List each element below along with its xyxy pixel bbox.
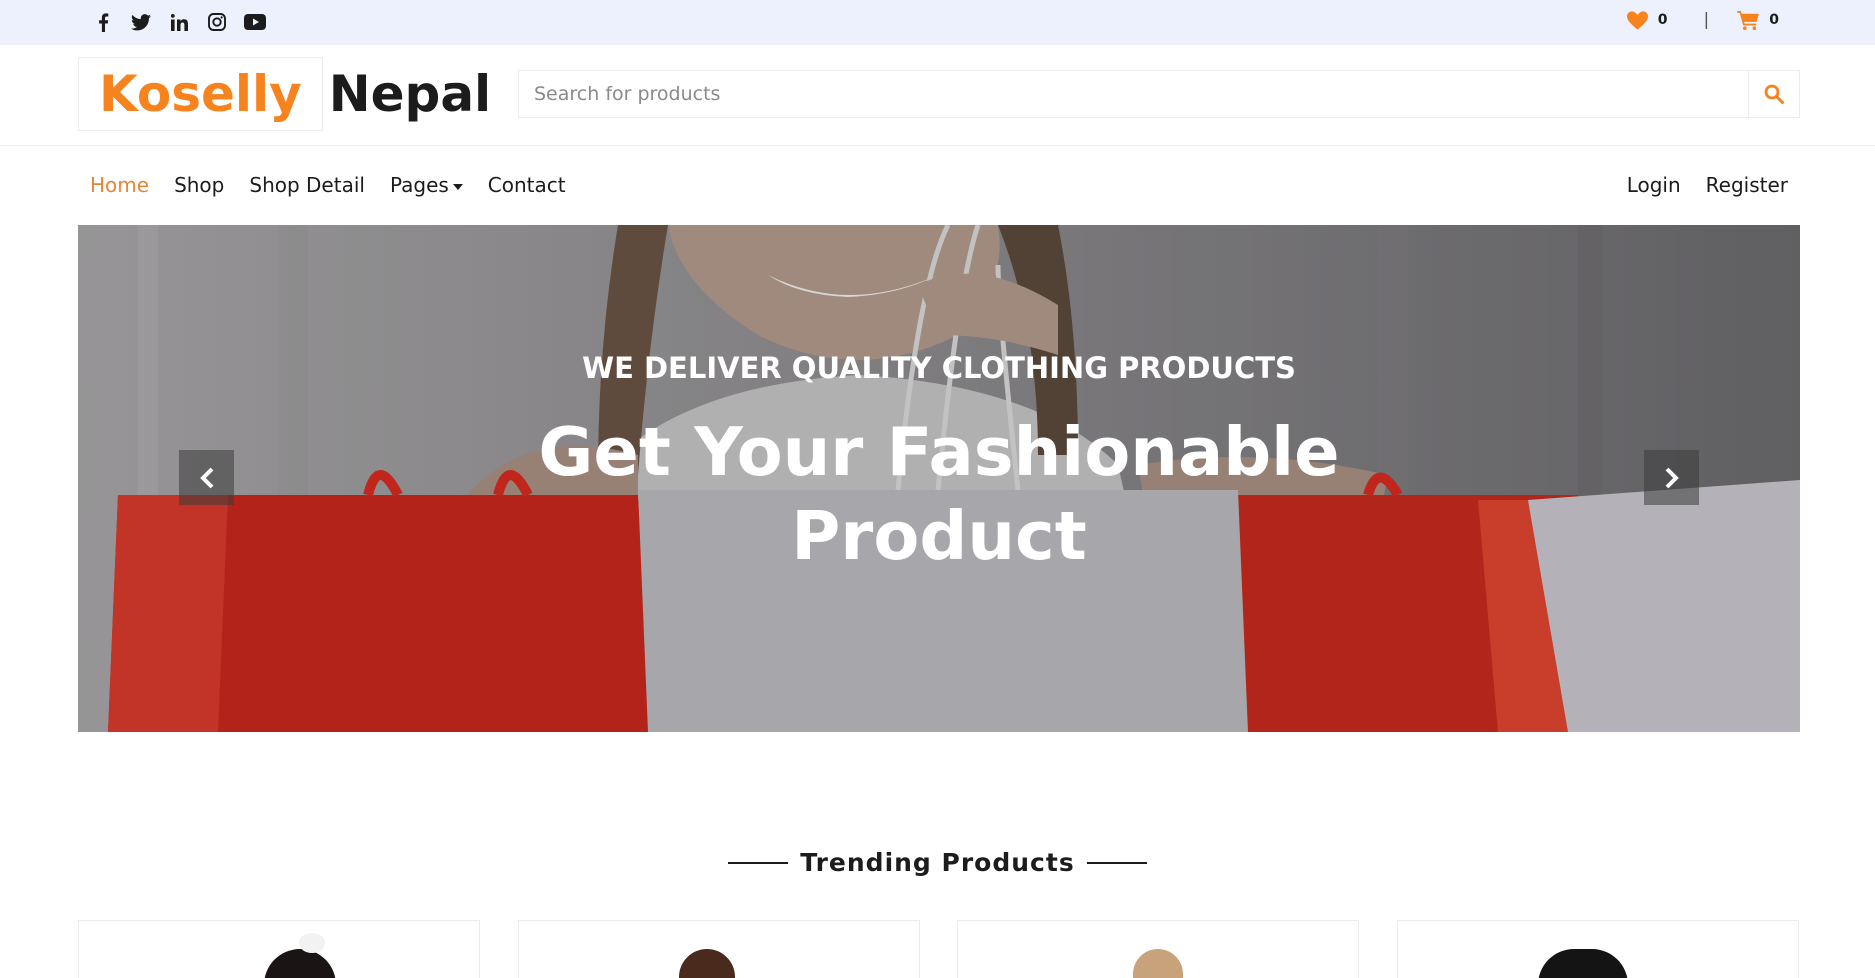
carousel-next-button[interactable]: [1644, 450, 1699, 505]
product-image: [679, 949, 735, 978]
nav-links: Home Shop Shop Detail Pages Contact: [90, 173, 566, 197]
instagram-icon[interactable]: [198, 10, 236, 34]
trending-heading: Trending Products: [0, 848, 1875, 877]
hero-title-line1: Get Your Fashionable: [538, 413, 1340, 491]
trending-title: Trending Products: [800, 848, 1075, 877]
hero-subtitle: WE DELIVER QUALITY CLOTHING PRODUCTS: [582, 351, 1296, 385]
register-link[interactable]: Register: [1706, 173, 1788, 197]
search-input[interactable]: [519, 71, 1748, 117]
cart-button[interactable]: 0: [1737, 10, 1779, 30]
product-image: [1538, 949, 1628, 978]
top-bar: 0 | 0: [0, 0, 1875, 45]
divider: |: [1703, 10, 1710, 30]
main-nav: Home Shop Shop Detail Pages Contact Logi…: [78, 146, 1800, 225]
cart-icon: [1737, 10, 1760, 30]
product-image-detail: [299, 933, 325, 953]
logo-box: Koselly: [78, 57, 323, 131]
nav-pages-label: Pages: [389, 173, 449, 197]
chevron-right-icon: [1665, 467, 1679, 488]
hero-title-line2: Product: [791, 497, 1087, 575]
wishlist-button[interactable]: 0: [1626, 10, 1668, 30]
heading-line-right: [1086, 861, 1147, 864]
search-button[interactable]: [1748, 71, 1799, 117]
header: Koselly Nepal: [0, 45, 1875, 146]
search-icon: [1764, 84, 1784, 104]
product-image: [1133, 949, 1183, 978]
hero-carousel: WE DELIVER QUALITY CLOTHING PRODUCTS Get…: [78, 225, 1800, 732]
chevron-left-icon: [199, 467, 213, 488]
search-bar: [518, 70, 1800, 118]
nav-pages-dropdown[interactable]: Pages: [390, 173, 463, 197]
logo-brand-part1: Koselly: [99, 65, 302, 123]
nav-shop[interactable]: Shop: [174, 173, 224, 197]
linkedin-icon[interactable]: [160, 10, 198, 34]
product-card[interactable]: [78, 920, 480, 978]
logo-brand-part2: Nepal: [328, 65, 492, 123]
carousel-prev-button[interactable]: [179, 450, 234, 505]
hero-title: Get Your Fashionable Product: [78, 410, 1800, 578]
nav-home[interactable]: Home: [90, 173, 149, 197]
login-link[interactable]: Login: [1627, 173, 1681, 197]
logo[interactable]: Koselly Nepal: [78, 57, 491, 131]
twitter-icon[interactable]: [122, 10, 160, 34]
top-right-actions: 0 | 0: [1626, 10, 1779, 30]
nav-contact[interactable]: Contact: [488, 173, 566, 197]
heart-icon: [1626, 10, 1648, 30]
social-links: [84, 10, 274, 34]
auth-links: Login Register: [1627, 173, 1788, 197]
product-card[interactable]: [518, 920, 920, 978]
facebook-icon[interactable]: [84, 10, 122, 34]
caret-down-icon: [452, 183, 463, 190]
nav-shop-detail[interactable]: Shop Detail: [249, 173, 365, 197]
product-image: [264, 949, 336, 978]
wishlist-count: 0: [1657, 12, 1668, 28]
product-grid: [78, 920, 1800, 978]
cart-count: 0: [1769, 12, 1779, 28]
youtube-icon[interactable]: [236, 10, 274, 34]
product-card[interactable]: [1397, 920, 1799, 978]
product-card[interactable]: [957, 920, 1359, 978]
heading-line-left: [728, 861, 789, 864]
